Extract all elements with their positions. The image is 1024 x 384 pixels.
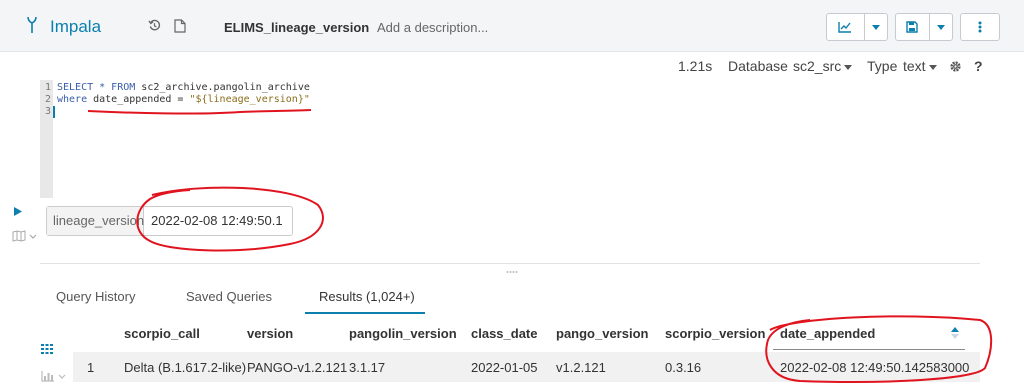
column-header[interactable]: class_date xyxy=(471,326,538,341)
chart-button-group xyxy=(826,13,888,41)
query-description[interactable]: Add a description... xyxy=(377,20,488,35)
database-label: Database xyxy=(728,58,788,74)
table-cell[interactable]: PANGO-v1.2.121 xyxy=(247,360,347,375)
sql-keyword: where xyxy=(57,94,94,105)
type-value: text xyxy=(903,58,926,74)
parameter-label: lineage_version xyxy=(47,207,144,235)
top-bar: Impala ELIMS_lineage_version Add a descr… xyxy=(0,0,1024,52)
resize-handle-icon[interactable] xyxy=(506,270,518,274)
chevron-down-icon xyxy=(871,24,880,30)
sql-keyword: SELECT * FROM xyxy=(57,82,142,93)
column-header[interactable]: pangolin_version xyxy=(349,326,457,341)
line-chart-icon xyxy=(838,22,852,33)
history-icon[interactable] xyxy=(148,19,161,32)
column-header[interactable]: version xyxy=(247,326,293,341)
column-header[interactable]: date_appended xyxy=(780,326,875,341)
type-select[interactable]: text xyxy=(903,58,937,74)
tab-saved-queries[interactable]: Saved Queries xyxy=(186,289,272,304)
document-icon[interactable] xyxy=(174,19,186,33)
table-cell[interactable]: 2022-02-08 12:49:50.142583000 xyxy=(780,360,969,375)
sql-editor[interactable]: 1 2 3 SELECT * FROM sc2_archive.pangolin… xyxy=(40,80,980,198)
more-button[interactable] xyxy=(960,13,1000,41)
more-vertical-icon xyxy=(978,21,982,33)
save-button[interactable] xyxy=(896,14,929,40)
active-column-underline xyxy=(773,349,965,350)
chevron-down-icon xyxy=(928,64,937,70)
parameter-value-input[interactable]: 2022-02-08 12:49:50.1 xyxy=(151,207,283,235)
query-name[interactable]: ELIMS_lineage_version xyxy=(224,20,369,35)
type-label: Type xyxy=(867,58,898,74)
table-row[interactable]: 1 Delta (B.1.617.2-like) PANGO-v1.2.121 … xyxy=(73,352,980,382)
code-content[interactable]: SELECT * FROM sc2_archive.pangolin_archi… xyxy=(57,82,310,106)
line-number: 1 xyxy=(44,82,51,93)
sort-icon[interactable] xyxy=(950,326,960,340)
chart-button[interactable] xyxy=(827,14,864,40)
table-cell[interactable]: 3.1.17 xyxy=(349,360,385,375)
execution-time: 1.21s xyxy=(678,58,713,74)
tab-query-history[interactable]: Query History xyxy=(56,289,135,304)
panel-divider xyxy=(40,263,980,264)
save-dropdown-button[interactable] xyxy=(928,14,952,40)
sql-table: sc2_archive.pangolin_archive xyxy=(141,82,310,93)
column-header[interactable]: scorpio_call xyxy=(124,326,200,341)
play-icon[interactable] xyxy=(13,206,23,217)
help-button[interactable]: ? xyxy=(974,58,983,74)
chevron-down-icon xyxy=(936,24,945,30)
save-icon xyxy=(906,21,919,33)
grid-icon[interactable] xyxy=(41,344,53,354)
cursor-line-marker xyxy=(53,106,55,118)
impala-logo-icon xyxy=(27,16,37,33)
table-cell[interactable]: Delta (B.1.617.2-like) xyxy=(124,360,246,375)
column-header[interactable]: pango_version xyxy=(556,326,648,341)
parameter-input-group: lineage_version 2022-02-08 12:49:50.1 xyxy=(46,206,293,236)
row-number: 1 xyxy=(87,360,95,375)
gear-icon[interactable] xyxy=(949,60,962,73)
database-select[interactable]: sc2_src xyxy=(793,58,853,74)
save-button-group xyxy=(895,13,953,41)
table-cell[interactable]: 0.3.16 xyxy=(665,360,701,375)
chart-dropdown-button[interactable] xyxy=(863,14,887,40)
bar-chart-icon[interactable] xyxy=(41,370,67,382)
map-icon[interactable] xyxy=(12,230,38,242)
line-number: 2 xyxy=(44,94,51,105)
active-tab-indicator xyxy=(305,312,425,314)
database-value: sc2_src xyxy=(793,58,842,74)
chevron-down-icon xyxy=(844,64,853,70)
tab-results[interactable]: Results (1,024+) xyxy=(319,289,415,304)
results-table-header: scorpio_call version pangolin_version cl… xyxy=(73,318,980,350)
table-cell[interactable]: 2022-01-05 xyxy=(471,360,538,375)
sql-column: date_appended = xyxy=(93,94,190,105)
line-gutter: 1 2 3 xyxy=(40,80,53,198)
sql-string: "${lineage_version}" xyxy=(189,94,310,105)
table-cell[interactable]: v1.2.121 xyxy=(556,360,606,375)
app-title[interactable]: Impala xyxy=(50,17,101,37)
column-header[interactable]: scorpio_version xyxy=(665,326,765,341)
line-number: 3 xyxy=(44,106,51,117)
